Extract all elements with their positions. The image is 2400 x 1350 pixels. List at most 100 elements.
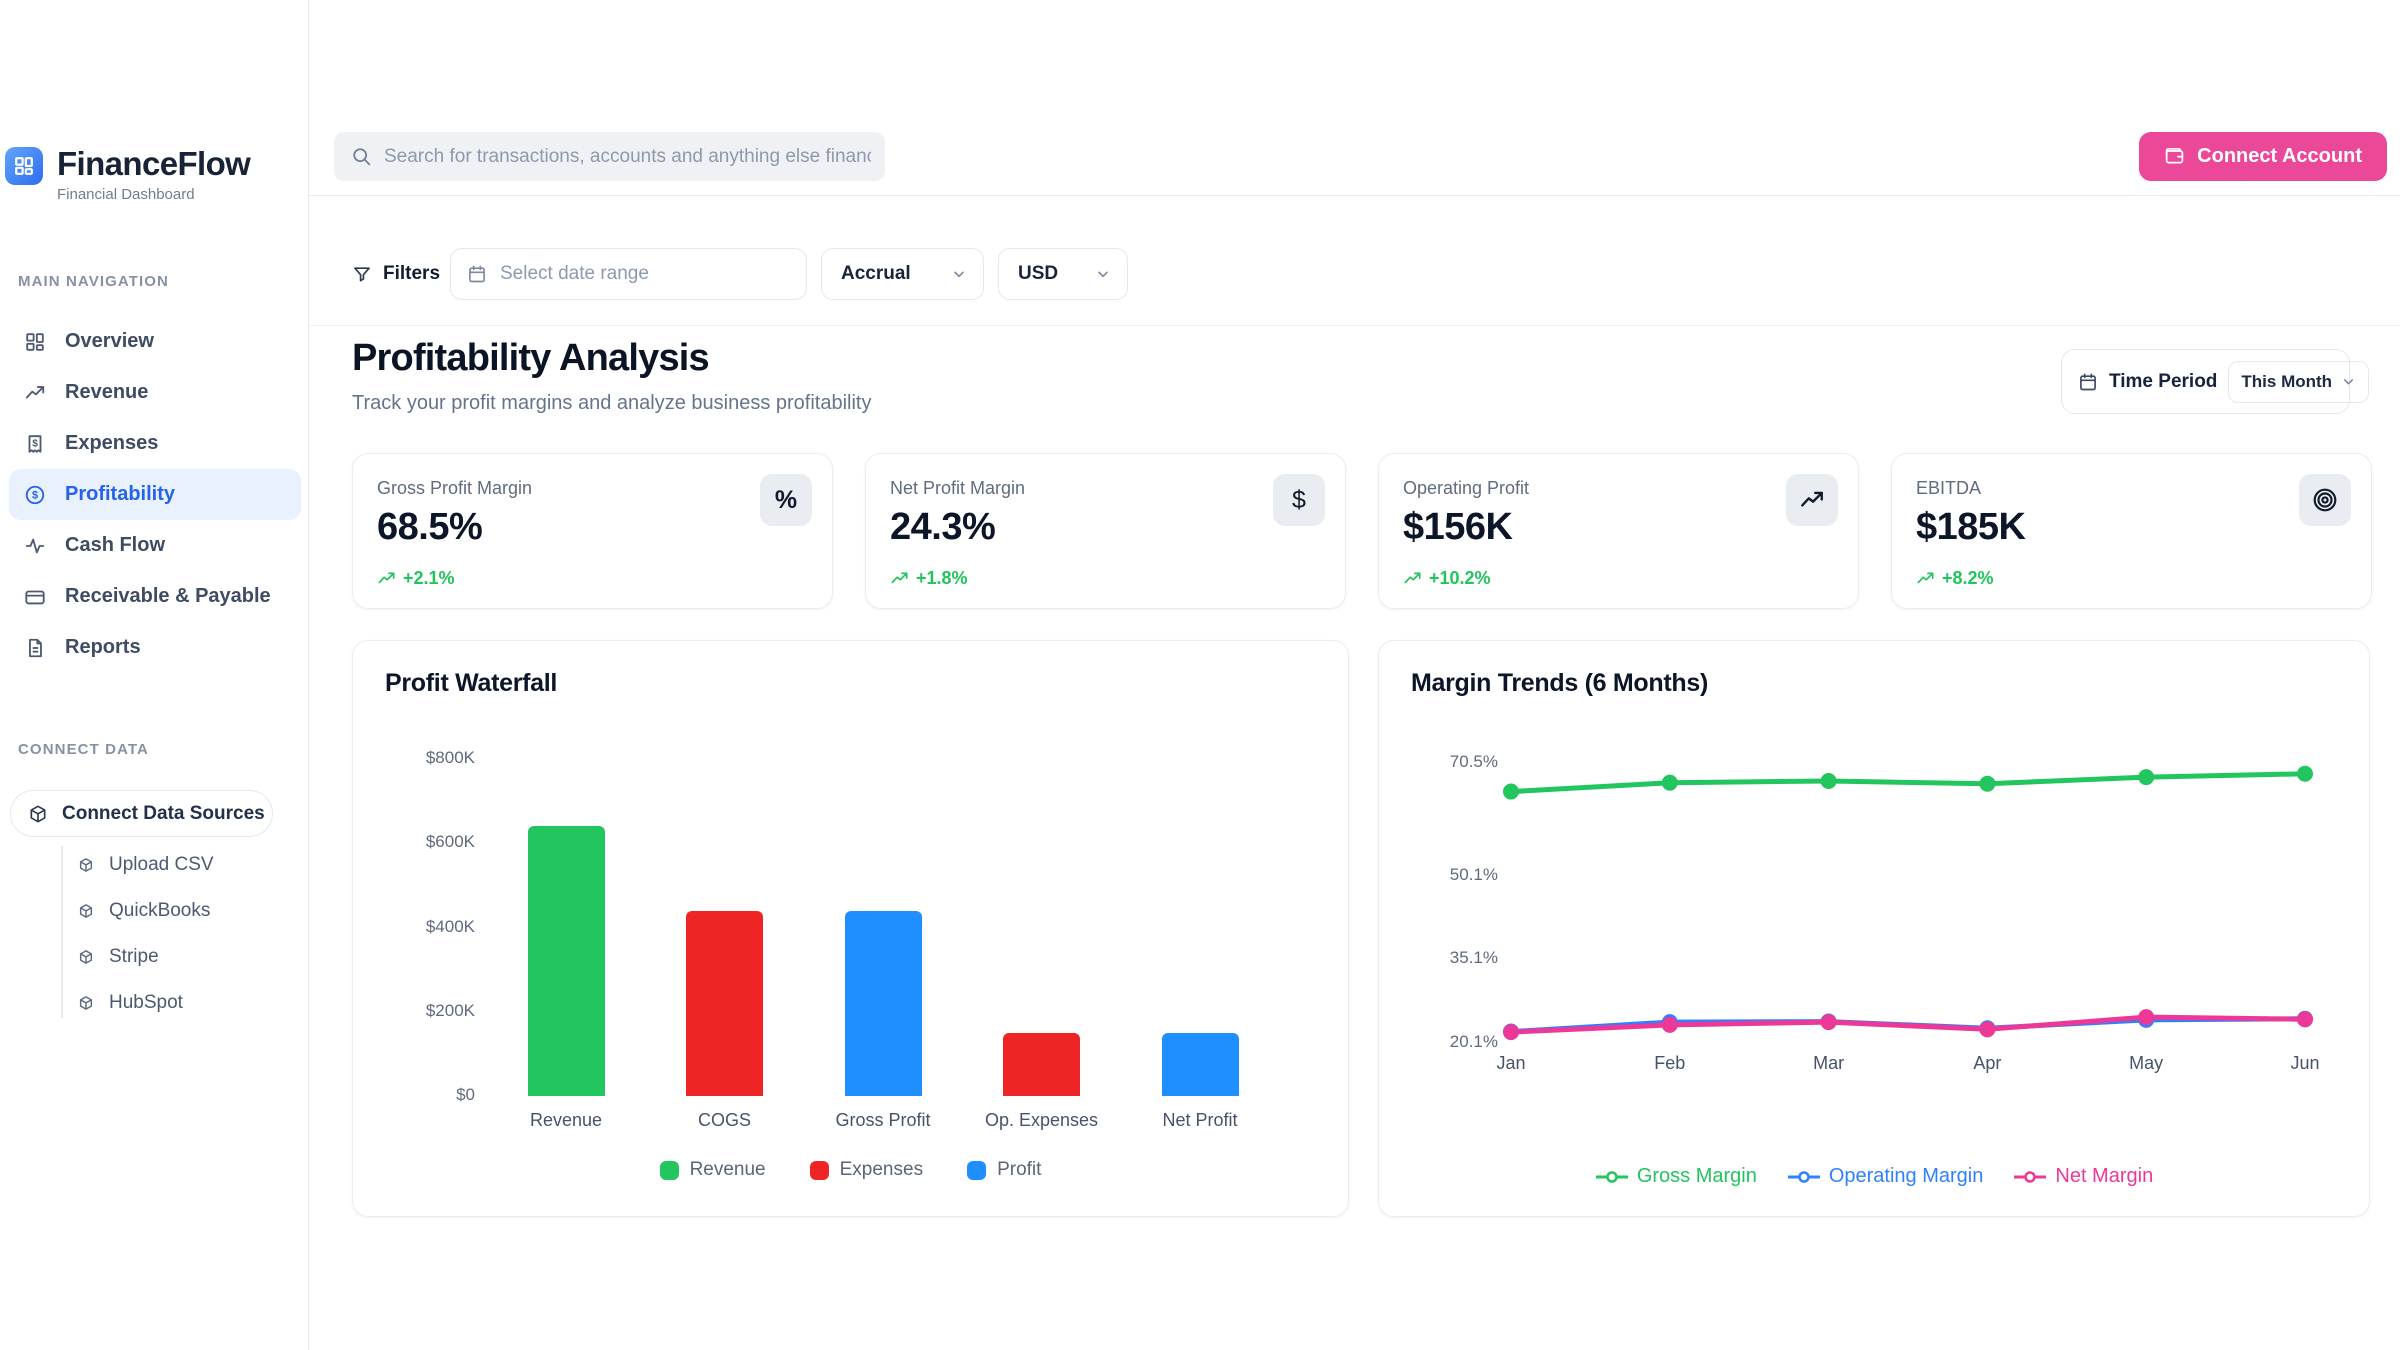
legend-item-operating-margin[interactable]: Operating Margin [1787, 1165, 1984, 1188]
sidebar-item-cash-flow[interactable]: Cash Flow [9, 520, 301, 571]
data-point [2138, 1009, 2154, 1025]
activity-icon [24, 535, 46, 557]
x-axis-label: COGS [640, 1110, 810, 1131]
search-input[interactable] [334, 132, 885, 181]
chevron-down-icon [1095, 266, 1111, 282]
legend-label: Operating Margin [1829, 1165, 1984, 1188]
legend-label: Revenue [690, 1159, 766, 1181]
kpi-label: Net Profit Margin [890, 478, 1025, 499]
main-navigation: Overview Revenue $ Expenses $ [9, 316, 301, 673]
x-axis-label: Apr [1937, 1053, 2037, 1074]
sidebar-item-label: Revenue [65, 381, 148, 404]
data-point [1503, 1024, 1519, 1040]
sidebar-item-revenue[interactable]: Revenue [9, 367, 301, 418]
cube-icon [78, 995, 94, 1011]
legend-item-revenue[interactable]: Revenue [660, 1159, 766, 1181]
line-gross-margin [1511, 774, 2305, 792]
connect-data-sources-button[interactable]: Connect Data Sources [10, 790, 273, 837]
data-point [2297, 766, 2313, 782]
legend-item-gross-margin[interactable]: Gross Margin [1595, 1165, 1757, 1188]
currency-select[interactable]: USD [998, 248, 1128, 300]
kpi-change: +8.2% [1916, 568, 1994, 589]
legend-line-marker [1595, 1170, 1629, 1184]
kpi-change: +1.8% [890, 568, 968, 589]
source-item-hubspot[interactable]: HubSpot [78, 980, 183, 1026]
source-item-stripe[interactable]: Stripe [78, 934, 159, 980]
chevron-down-icon [951, 266, 967, 282]
filters-divider [309, 325, 2400, 326]
connect-data-sources-label: Connect Data Sources [62, 803, 265, 825]
page-subtitle: Track your profit margins and analyze bu… [352, 392, 872, 415]
margin-trends-legend: Gross Margin Operating Margin Net Margin [1379, 1165, 2369, 1188]
dollar-icon: $ [1273, 474, 1325, 526]
accounting-basis-value: Accrual [841, 263, 911, 285]
line-net-margin [1511, 1017, 2305, 1032]
cube-icon [28, 804, 48, 824]
kpi-value: $185K [1916, 506, 2025, 549]
x-axis-label: Net Profit [1115, 1110, 1285, 1131]
filters-button[interactable]: Filters [352, 248, 440, 300]
profit-waterfall-card: Profit Waterfall Revenue Expenses Profit $… [352, 640, 1349, 1217]
sidebar-item-label: Overview [65, 330, 154, 353]
source-item-quickbooks[interactable]: QuickBooks [78, 888, 210, 934]
legend-marker [967, 1161, 986, 1180]
x-axis-label: Jun [2255, 1053, 2355, 1074]
svg-text:$: $ [32, 489, 38, 501]
data-point [1662, 775, 1678, 791]
trending-up-icon [1786, 474, 1838, 526]
legend-item-net-margin[interactable]: Net Margin [2013, 1165, 2153, 1188]
cube-icon [78, 857, 94, 873]
sidebar: FinanceFlow Financial Dashboard MAIN NAV… [0, 0, 309, 1350]
percent-icon: % [760, 474, 812, 526]
data-point [1979, 776, 1995, 792]
bar-cogs [686, 911, 763, 1096]
trending-up-icon [377, 569, 396, 588]
data-point [1979, 1021, 1995, 1037]
x-axis-label: May [2096, 1053, 2196, 1074]
time-period-value: This Month [2241, 372, 2332, 392]
brand-tagline: Financial Dashboard [57, 186, 250, 203]
page-title: Profitability Analysis [352, 337, 709, 380]
connect-account-label: Connect Account [2197, 145, 2362, 168]
sidebar-item-label: Expenses [65, 432, 158, 455]
sidebar-item-overview[interactable]: Overview [9, 316, 301, 367]
data-point [1503, 784, 1519, 800]
source-item-upload-csv[interactable]: Upload CSV [78, 842, 214, 888]
grid-icon [24, 331, 46, 353]
connect-data-label: CONNECT DATA [18, 741, 149, 758]
kpi-change: +10.2% [1403, 568, 1491, 589]
chart-title: Profit Waterfall [385, 669, 557, 698]
sidebar-item-receivable-payable[interactable]: Receivable & Payable [9, 571, 301, 622]
sidebar-item-label: Cash Flow [65, 534, 165, 557]
sidebar-item-reports[interactable]: Reports [9, 622, 301, 673]
source-label: Stripe [109, 946, 159, 968]
sidebar-item-expenses[interactable]: $ Expenses [9, 418, 301, 469]
time-period-select[interactable]: This Month [2228, 361, 2369, 403]
y-axis-tick: 70.5% [1379, 752, 1498, 772]
sidebar-item-label: Profitability [65, 483, 175, 506]
trending-up-icon [1916, 569, 1935, 588]
receipt-icon: $ [24, 433, 46, 455]
legend-item-expenses[interactable]: Expenses [810, 1159, 923, 1181]
data-point [2297, 1011, 2313, 1027]
y-axis-tick: $800K [353, 748, 475, 768]
date-range-input[interactable]: Select date range [450, 248, 807, 300]
y-axis-tick: $0 [353, 1085, 475, 1105]
legend-label: Profit [997, 1159, 1041, 1181]
svg-text:$: $ [32, 438, 38, 449]
kpi-change-value: +8.2% [1942, 568, 1994, 589]
connect-account-button[interactable]: Connect Account [2139, 132, 2387, 181]
sidebar-item-profitability[interactable]: $ Profitability [9, 469, 301, 520]
bar-revenue [528, 826, 605, 1096]
legend-item-profit[interactable]: Profit [967, 1159, 1041, 1181]
kpi-card-gross-profit-margin: Gross Profit Margin 68.5% +2.1% % [352, 453, 833, 609]
app-logo-icon [5, 147, 43, 185]
kpi-label: EBITDA [1916, 478, 1981, 499]
source-label: HubSpot [109, 992, 183, 1014]
time-period-control: Time Period This Month [2061, 349, 2350, 414]
kpi-card-operating-profit: Operating Profit $156K +10.2% [1378, 453, 1859, 609]
accounting-basis-select[interactable]: Accrual [821, 248, 984, 300]
search-box [334, 132, 885, 181]
filters-label: Filters [383, 263, 440, 285]
grid-icon [13, 155, 35, 177]
